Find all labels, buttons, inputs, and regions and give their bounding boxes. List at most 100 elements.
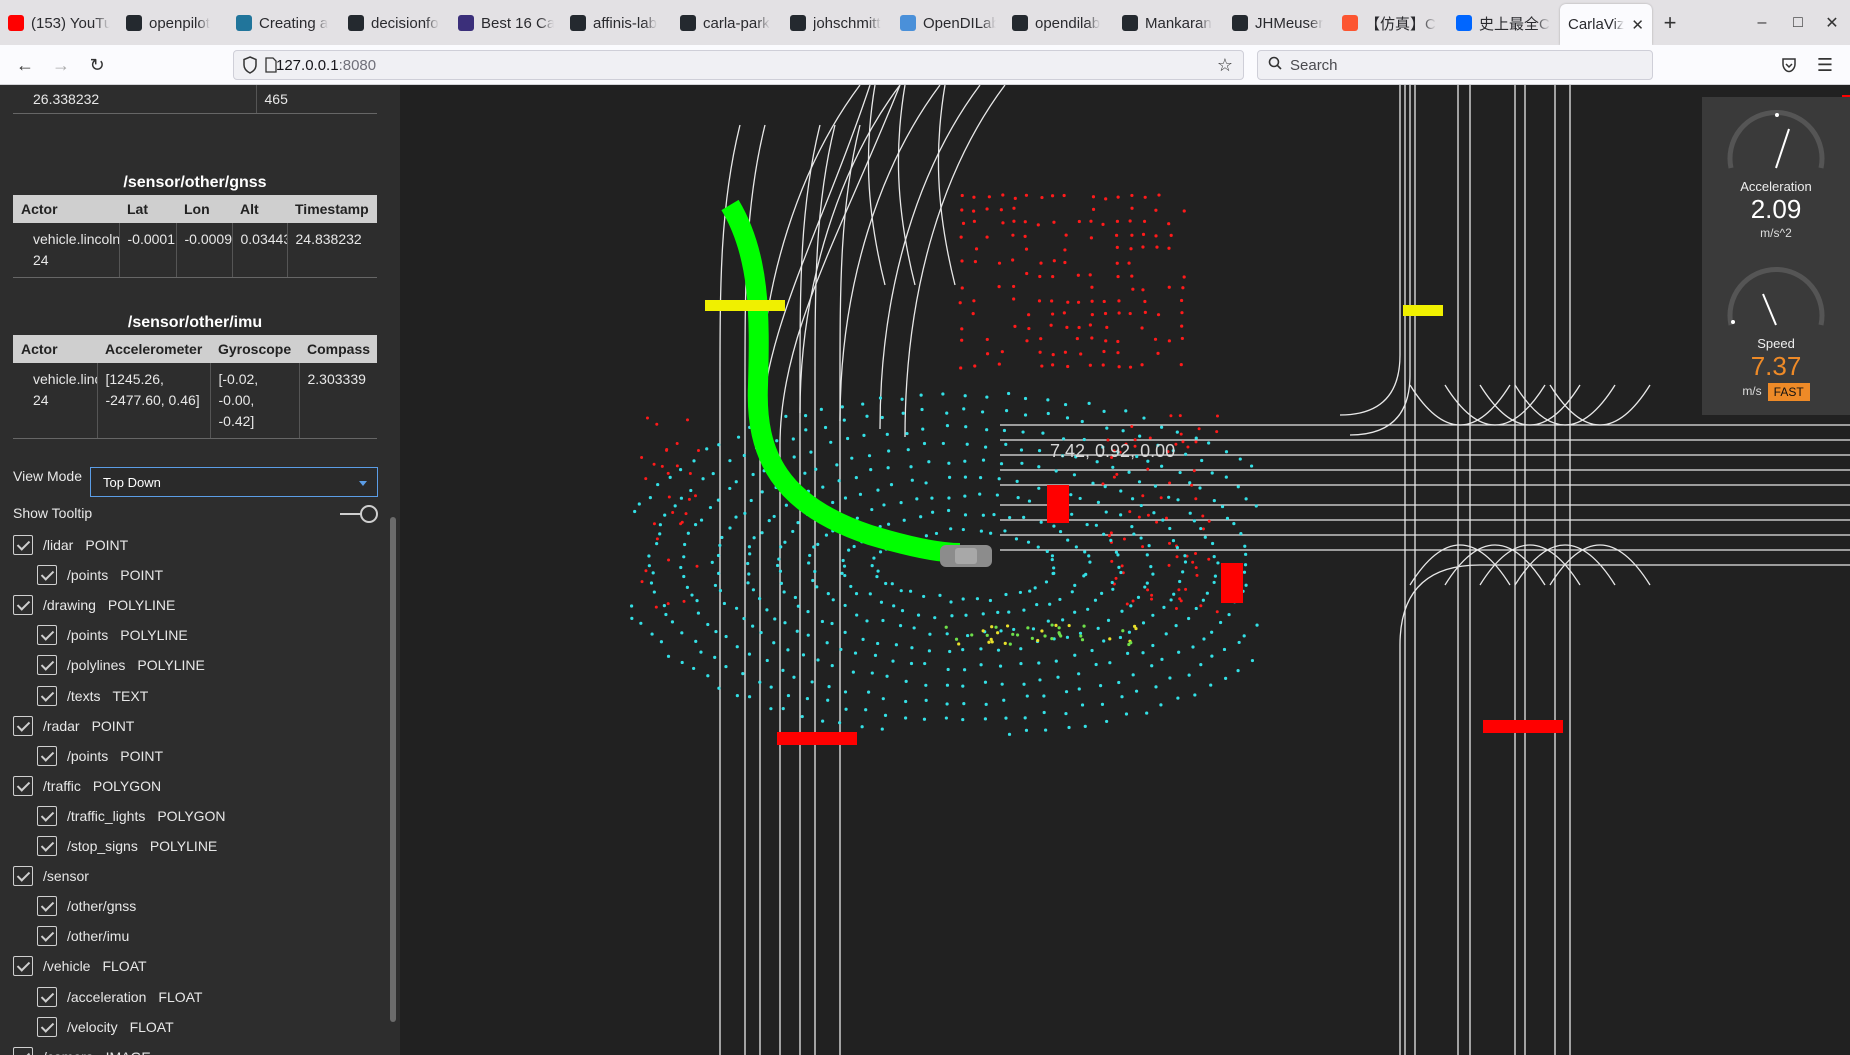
close-tab-icon[interactable]: ✕ xyxy=(1631,16,1644,34)
lidar-point xyxy=(985,395,989,399)
stream-toggle-row[interactable]: /other/imu xyxy=(37,925,141,947)
lidar-point xyxy=(1023,716,1027,720)
checkbox[interactable] xyxy=(37,655,57,676)
lidar-point xyxy=(706,622,710,627)
checkbox[interactable] xyxy=(13,595,33,616)
lidar-point xyxy=(806,633,810,637)
browser-tab[interactable]: (153) YouTube xyxy=(0,4,118,42)
stream-toggle-row[interactable]: /traffic POLYGON xyxy=(13,775,161,797)
scrollbar[interactable] xyxy=(390,517,396,1022)
browser-tab[interactable]: opendilab xyxy=(1004,4,1114,42)
browser-tab[interactable]: CarlaViz ✕ xyxy=(1560,4,1652,45)
lidar-point xyxy=(1033,586,1037,590)
stream-toggle-row[interactable]: /acceleration FLOAT xyxy=(37,986,202,1008)
radar-point xyxy=(1129,247,1133,251)
stream-toggle-row[interactable]: /points POINT xyxy=(37,564,163,586)
table-cell: 24.838232 xyxy=(287,223,377,278)
browser-tab[interactable]: JHMeuser xyxy=(1224,4,1334,42)
browser-tab[interactable]: OpenDILab xyxy=(892,4,1004,42)
stream-toggle-row[interactable]: /lidar POINT xyxy=(13,534,128,556)
checkbox[interactable] xyxy=(13,535,33,555)
stream-toggle-row[interactable]: /sensor xyxy=(13,865,101,887)
scene-canvas[interactable] xyxy=(400,85,1850,1055)
lidar-point xyxy=(658,532,662,536)
browser-tab[interactable]: decisionfo xyxy=(340,4,450,42)
browser-tab[interactable]: Best 16 Ca xyxy=(450,4,562,42)
lidar-point xyxy=(1093,598,1098,602)
lidar-point xyxy=(651,571,655,575)
lidar-point xyxy=(1111,465,1115,469)
checkbox[interactable] xyxy=(37,926,57,947)
github-icon xyxy=(126,15,142,31)
bookmark-star-icon[interactable]: ☆ xyxy=(1217,55,1233,76)
browser-tab[interactable]: openpilot xyxy=(118,4,228,42)
search-input[interactable]: Search xyxy=(1257,50,1653,80)
lidar-point xyxy=(680,631,684,635)
stream-toggle-row[interactable]: /stop_signs POLYLINE xyxy=(37,835,217,857)
show-tooltip-toggle[interactable] xyxy=(340,505,378,523)
checkbox[interactable] xyxy=(37,805,57,826)
lidar-point xyxy=(683,542,687,547)
lidar-point xyxy=(1237,640,1241,645)
new-tab-icon[interactable]: + xyxy=(1652,4,1688,42)
forward-icon[interactable]: → xyxy=(48,53,74,77)
stream-toggle-row[interactable]: /points POLYLINE xyxy=(37,624,188,646)
checkbox[interactable] xyxy=(13,715,33,736)
checkbox[interactable] xyxy=(37,685,57,706)
stream-toggle-row[interactable]: /vehicle FLOAT xyxy=(13,955,147,977)
stream-toggle-row[interactable]: /radar POINT xyxy=(13,715,134,737)
lidar-point xyxy=(1052,524,1056,528)
lidar-point xyxy=(659,640,664,644)
map-viewport[interactable]: 7.42, 0.92, 0.00 Acceleration 2.09 m/s^2… xyxy=(400,85,1850,1055)
browser-tab[interactable]: 【仿真】C xyxy=(1334,4,1448,42)
lidar-point xyxy=(1082,624,1086,628)
browser-tab[interactable]: Mankaran xyxy=(1114,4,1224,42)
url-bar[interactable]: 127.0.0.1:8080 ☆ xyxy=(233,50,1244,80)
checkbox[interactable] xyxy=(13,1046,33,1055)
radar-point xyxy=(972,209,976,213)
stream-toggle-row[interactable]: /drawing POLYLINE xyxy=(13,594,175,616)
checkbox[interactable] xyxy=(37,836,57,856)
menu-icon[interactable]: ☰ xyxy=(1812,53,1838,77)
browser-tab[interactable]: Creating a xyxy=(228,4,340,42)
browser-tab[interactable]: affinis-lab xyxy=(562,4,672,42)
browser-tab[interactable]: 史上最全C xyxy=(1448,4,1560,42)
lidar-point xyxy=(1242,634,1246,638)
view-mode-select[interactable]: Top Down xyxy=(90,467,378,497)
stream-toggle-row[interactable]: /other/gnss xyxy=(37,895,148,917)
browser-tab[interactable]: johschmitt xyxy=(782,4,892,42)
stream-toggle-row[interactable]: /camera IMAGE xyxy=(13,1046,151,1055)
shield-icon[interactable] xyxy=(242,56,258,78)
reload-icon[interactable]: ↻ xyxy=(84,53,110,77)
checkbox[interactable] xyxy=(13,775,33,796)
lidar-point xyxy=(1007,732,1012,736)
browser-tab[interactable]: carla-park xyxy=(672,4,782,42)
checkbox[interactable] xyxy=(37,1016,57,1037)
stream-toggle-row[interactable]: /traffic_lights POLYGON xyxy=(37,805,226,827)
lidar-point xyxy=(658,523,662,527)
close-window-icon[interactable]: ✕ xyxy=(1812,0,1850,45)
checkbox[interactable] xyxy=(37,986,57,1007)
minimize-icon[interactable]: – xyxy=(1742,0,1782,45)
lidar-point xyxy=(1102,639,1106,643)
stream-toggle-row[interactable]: /texts TEXT xyxy=(37,685,148,707)
stream-toggle-row[interactable]: /points POINT xyxy=(37,745,163,767)
pocket-icon[interactable] xyxy=(1776,53,1802,77)
checkbox[interactable] xyxy=(13,956,33,977)
lidar-point xyxy=(1022,682,1026,686)
lidar-point xyxy=(711,471,715,476)
back-icon[interactable]: ← xyxy=(12,53,38,77)
stream-toggle-row[interactable]: /velocity FLOAT xyxy=(37,1016,174,1038)
lidar-point xyxy=(1126,651,1130,655)
toggle-knob[interactable] xyxy=(360,505,378,523)
radar-point xyxy=(1012,206,1016,210)
checkbox[interactable] xyxy=(37,745,57,766)
checkbox[interactable] xyxy=(37,565,57,586)
stream-toggle-row[interactable]: /polylines POLYLINE xyxy=(37,654,205,676)
checkbox[interactable] xyxy=(37,625,57,646)
lidar-point xyxy=(1130,497,1135,501)
lidar-point xyxy=(1015,479,1019,483)
checkbox[interactable] xyxy=(37,896,57,917)
checkbox[interactable] xyxy=(13,866,33,887)
lidar-point xyxy=(910,646,914,650)
